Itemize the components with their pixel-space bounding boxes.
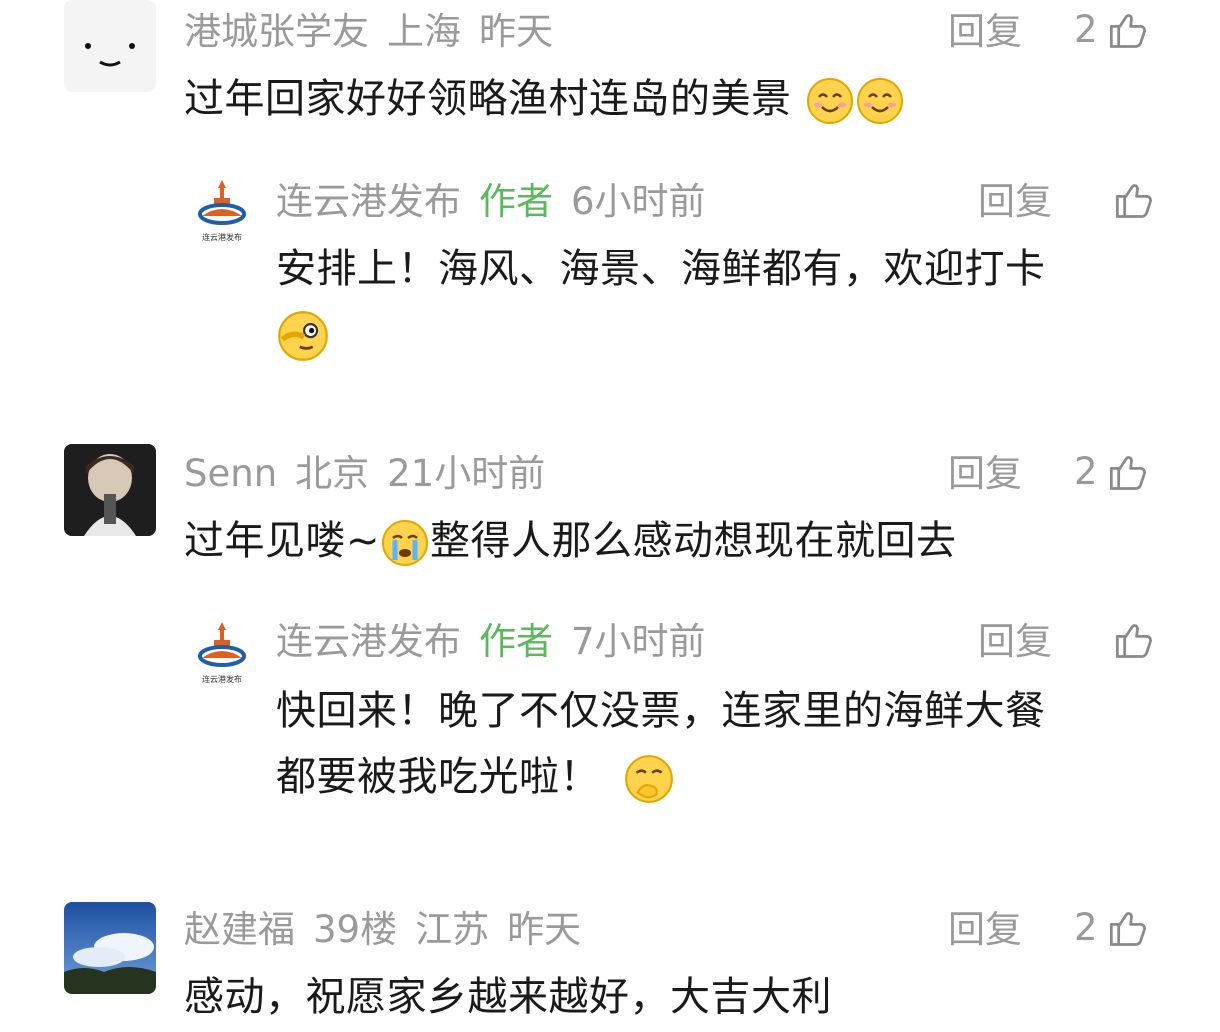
like-button[interactable] <box>1110 178 1154 222</box>
timestamp: 21小时前 <box>387 452 546 495</box>
username[interactable]: 赵建福 <box>184 908 295 951</box>
like-count: 2 <box>1074 906 1098 949</box>
portrait-icon <box>64 444 156 536</box>
like-button[interactable] <box>1110 618 1154 662</box>
logo-icon <box>192 618 252 688</box>
timestamp: 7小时前 <box>571 620 706 663</box>
comment-text: 感动，祝愿家乡越来越好，大吉大利 <box>184 974 832 1020</box>
reply-button[interactable]: 回复 <box>978 620 1052 664</box>
smile-emoji-icon <box>805 76 855 126</box>
like-count: 2 <box>1074 8 1098 51</box>
reply-button[interactable]: 回复 <box>948 908 1022 952</box>
reply-button[interactable]: 回复 <box>978 180 1052 224</box>
author-badge: 作者 <box>479 620 553 663</box>
thumb-up-icon <box>1110 178 1154 222</box>
username[interactable]: 港城张学友 <box>184 10 369 53</box>
like-button[interactable]: 2 <box>1074 906 1148 950</box>
location: 江苏 <box>415 908 490 951</box>
user-avatar[interactable] <box>64 0 156 92</box>
floor-number: 39楼 <box>313 908 398 951</box>
user-avatar[interactable] <box>64 902 156 994</box>
reply-button[interactable]: 回复 <box>948 10 1022 54</box>
crying-emoji-icon <box>382 520 429 566</box>
location: 上海 <box>387 10 461 53</box>
smile-emoji-icon <box>855 76 905 126</box>
username[interactable]: Senn <box>184 452 277 495</box>
comment-text: 过年见喽~ 整得人那么感动想现在就回去 <box>184 510 957 572</box>
thumb-up-icon <box>1104 906 1148 950</box>
comment-meta: 赵建福 39楼 江苏 昨天 <box>184 908 599 952</box>
timestamp: 昨天 <box>479 10 553 53</box>
thumb-up-icon <box>1110 618 1154 662</box>
like-count: 2 <box>1074 450 1098 493</box>
reply-button[interactable]: 回复 <box>948 452 1022 496</box>
timestamp: 6小时前 <box>571 180 706 223</box>
author-avatar[interactable] <box>192 618 252 688</box>
reply-meta: 连云港发布 作者 7小时前 <box>276 620 724 664</box>
username[interactable]: 连云港发布 <box>276 180 461 223</box>
username[interactable]: 连云港发布 <box>276 620 461 663</box>
face-icon <box>85 43 135 67</box>
thumb-up-icon <box>1104 8 1148 52</box>
timestamp: 昨天 <box>507 908 582 951</box>
comment-meta: Senn 北京 21小时前 <box>184 452 563 496</box>
reply-text: 安排上！海风、海景、海鲜都有，欢迎打卡 <box>276 238 1046 362</box>
thumb-up-icon <box>1104 450 1148 494</box>
landscape-photo-icon <box>64 902 156 994</box>
reply-meta: 连云港发布 作者 6小时前 <box>276 180 724 224</box>
reply-text: 快回来！晚了不仅没票，连家里的海鲜大餐 都要被我吃光啦！ <box>276 680 1046 808</box>
user-avatar[interactable] <box>64 444 156 536</box>
location: 北京 <box>295 452 370 495</box>
like-button[interactable]: 2 <box>1074 8 1148 52</box>
comment-meta: 港城张学友 上海 昨天 <box>184 10 571 54</box>
wink-emoji-icon <box>278 311 328 361</box>
logo-icon <box>192 176 252 246</box>
like-button[interactable]: 2 <box>1074 450 1148 494</box>
author-avatar[interactable] <box>192 176 252 246</box>
comment-text: 过年回家好好领略渔村连岛的美景 <box>184 68 905 130</box>
author-badge: 作者 <box>479 180 553 223</box>
snicker-emoji-icon <box>625 755 674 803</box>
